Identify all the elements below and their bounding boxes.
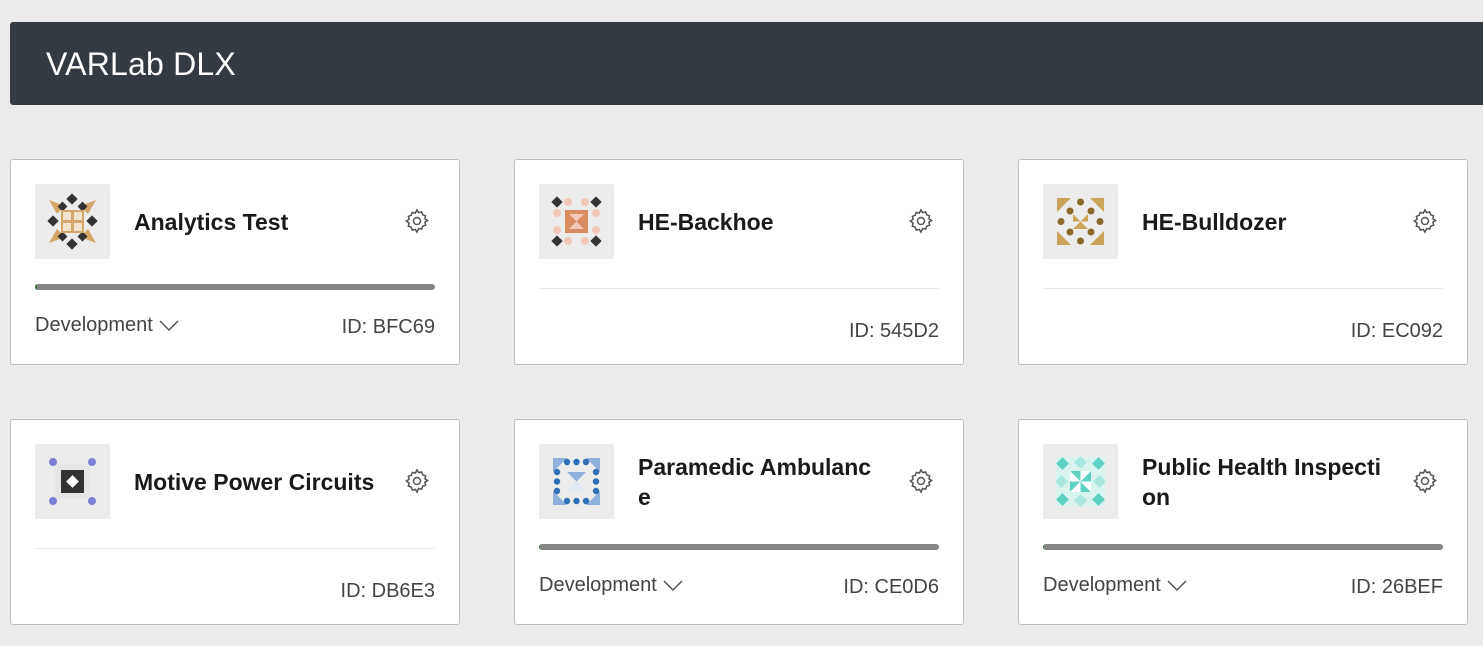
gear-icon[interactable]: [1411, 207, 1439, 235]
he-backhoe-pattern-icon: [539, 184, 614, 259]
stage-label: Development: [1043, 574, 1161, 596]
card-id: ID: BFC69: [341, 316, 435, 338]
card-id: ID: CE0D6: [843, 576, 939, 598]
gear-icon[interactable]: [907, 207, 935, 235]
motive-power-pattern-icon: [35, 444, 110, 519]
progress-fill: [539, 544, 541, 550]
card-title[interactable]: HE-Bulldozer: [1142, 207, 1387, 237]
progress-bar: [539, 544, 939, 550]
card-title[interactable]: Analytics Test: [134, 207, 379, 237]
stage-dropdown[interactable]: Development: [539, 574, 683, 597]
gear-icon[interactable]: [1411, 467, 1439, 495]
stage-label: Development: [35, 314, 153, 336]
project-card[interactable]: HE-Bulldozer ID: EC092: [1018, 159, 1468, 365]
project-card[interactable]: Paramedic Ambulance Development ID: CE0D…: [514, 419, 964, 625]
public-health-pattern-icon: [1043, 444, 1118, 519]
card-title[interactable]: Motive Power Circuits: [134, 467, 379, 497]
card-divider: [1043, 288, 1443, 289]
card-id: ID: 545D2: [848, 320, 939, 342]
project-card[interactable]: Analytics Test Development ID: BFC69: [10, 159, 460, 365]
analytics-test-pattern-icon: [35, 184, 110, 259]
stage-dropdown[interactable]: Development: [1043, 574, 1187, 597]
paramedic-ambulance-pattern-icon: [539, 444, 614, 519]
card-title[interactable]: Public Health Inspection: [1142, 452, 1387, 512]
progress-fill: [35, 284, 37, 290]
progress-bar: [35, 284, 435, 290]
gear-icon[interactable]: [907, 467, 935, 495]
he-bulldozer-pattern-icon: [1043, 184, 1118, 259]
gear-icon[interactable]: [403, 467, 431, 495]
card-id: ID: EC092: [1350, 320, 1443, 342]
chevron-down-icon: [159, 319, 179, 332]
chevron-down-icon: [663, 579, 683, 592]
stage-dropdown[interactable]: Development: [35, 314, 179, 337]
card-id: ID: 26BEF: [1350, 576, 1443, 598]
project-card[interactable]: HE-Backhoe ID: 545D2: [514, 159, 964, 365]
stage-label: Development: [539, 574, 657, 596]
app-title: VARLab DLX: [46, 46, 236, 82]
chevron-down-icon: [1167, 579, 1187, 592]
card-id: ID: DB6E3: [340, 580, 435, 602]
card-title[interactable]: Paramedic Ambulance: [638, 452, 883, 512]
progress-fill: [1043, 544, 1045, 550]
app-header: VARLab DLX: [10, 22, 1483, 105]
card-divider: [35, 548, 435, 549]
progress-bar: [1043, 544, 1443, 550]
card-title[interactable]: HE-Backhoe: [638, 207, 883, 237]
card-divider: [539, 288, 939, 289]
project-card[interactable]: Motive Power Circuits ID: DB6E3: [10, 419, 460, 625]
project-card[interactable]: Public Health Inspection Development ID:…: [1018, 419, 1468, 625]
gear-icon[interactable]: [403, 207, 431, 235]
